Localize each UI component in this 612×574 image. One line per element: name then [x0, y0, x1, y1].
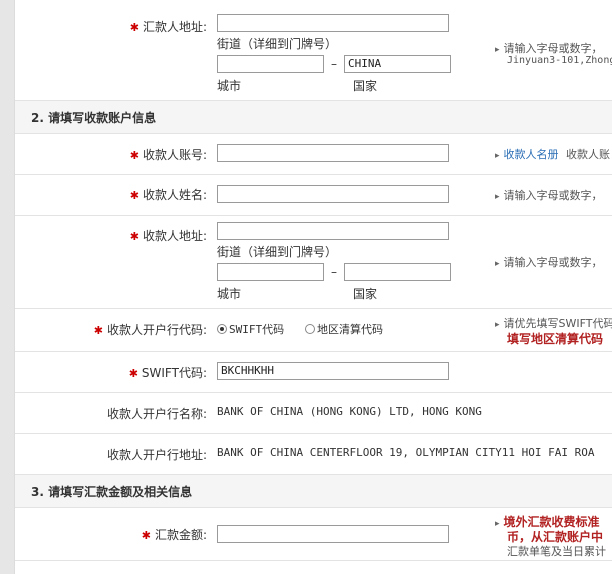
arrow-icon: ▸	[495, 151, 500, 161]
arrow-icon: ▸	[495, 45, 500, 55]
remitter-address-hint: ▸ 请输入字母或数字，	[495, 42, 603, 55]
arrow-icon: ▸	[495, 192, 500, 202]
remitter-street-input[interactable]	[217, 14, 449, 32]
remitter-city-label: 城市	[217, 79, 242, 93]
amount-input[interactable]	[217, 525, 449, 543]
required-star: ✱	[129, 230, 139, 243]
arrow-icon: ▸	[495, 259, 500, 269]
bank-address-row: 收款人开户行地址: BANK OF CHINA CENTERFLOOR 19, …	[15, 434, 612, 475]
required-star: ✱	[129, 149, 139, 162]
payee-country-input[interactable]	[344, 263, 451, 281]
section-title-amount: 3. 请填写汇款金额及相关信息	[15, 475, 612, 508]
required-star: ✱	[128, 367, 138, 380]
required-star: ✱	[129, 189, 139, 202]
payee-account-label: ✱ 收款人账号:	[129, 148, 207, 162]
radio-unchecked-icon	[305, 324, 315, 334]
required-star: ✱	[129, 21, 139, 34]
remitter-street-label: 街道（详细到门牌号）	[217, 37, 338, 51]
payee-account-row: ✱ 收款人账号: ▸ 收款人名册 收款人账	[15, 134, 612, 175]
payee-country-label: 国家	[353, 287, 378, 301]
payee-bank-code-hint: ▸ 请优先填写SWIFT代码	[495, 317, 612, 330]
payee-name-hint: ▸ 请输入字母或数字，	[495, 189, 603, 202]
section-title-payee: 2. 请填写收款账户信息	[15, 101, 612, 134]
payee-roster-link[interactable]: 收款人名册	[504, 148, 559, 161]
payee-account-hint: ▸ 收款人名册 收款人账	[495, 148, 611, 161]
remittance-form: ✱ 汇款人地址: 街道（详细到门牌号） – CHINA 城市 国家 ▸ 请输入字母或…	[14, 0, 612, 574]
separator-dash: –	[331, 265, 337, 279]
bank-address-value: BANK OF CHINA CENTERFLOOR 19, OLYMPIAN C…	[217, 446, 595, 459]
swift-code-input[interactable]: BKCHHKHH	[217, 362, 449, 380]
region-code-radio[interactable]: 地区清算代码	[305, 321, 383, 337]
bank-name-value: BANK OF CHINA (HONG KONG) LTD, HONG KONG	[217, 405, 482, 418]
payee-name-row: ✱ 收款人姓名: ▸ 请输入字母或数字，	[15, 175, 612, 216]
arrow-icon: ▸	[495, 519, 500, 529]
remitter-address-label: ✱ 汇款人地址:	[129, 20, 207, 34]
radio-checked-icon	[217, 324, 227, 334]
payee-bank-code-row: ✱ 收款人开户行代码: SWIFT代码 地区清算代码 ▸ 请优先填写SWIFT代码 …	[15, 309, 612, 352]
payee-street-input[interactable]	[217, 222, 449, 240]
required-star: ✱	[141, 529, 151, 542]
arrow-icon: ▸	[495, 320, 500, 330]
remitter-country-label: 国家	[353, 79, 378, 93]
remitter-country-input[interactable]: CHINA	[344, 55, 451, 73]
separator-dash: –	[331, 57, 337, 71]
bank-address-label: 收款人开户行地址:	[106, 448, 207, 462]
payee-address-hint: ▸ 请输入字母或数字，	[495, 256, 603, 269]
payee-city-input[interactable]	[217, 263, 324, 281]
amount-label: ✱ 汇款金额:	[141, 528, 207, 542]
payee-city-label: 城市	[217, 287, 242, 301]
remitter-address-row: ✱ 汇款人地址: 街道（详细到门牌号） – CHINA 城市 国家 ▸ 请输入字母或…	[15, 0, 612, 101]
payee-name-input[interactable]	[217, 185, 449, 203]
left-sidebar-strip	[0, 0, 14, 574]
payee-account-input[interactable]	[217, 144, 449, 162]
swift-code-label: ✱ SWIFT代码:	[128, 366, 207, 380]
payee-address-label: ✱ 收款人地址:	[129, 229, 207, 243]
payee-name-label: ✱ 收款人姓名:	[129, 188, 207, 202]
payee-bank-code-hint-red: 填写地区清算代码	[507, 332, 604, 346]
remitter-city-input[interactable]	[217, 55, 324, 73]
payee-street-label: 街道（详细到门牌号）	[217, 245, 338, 259]
payee-address-row: ✱ 收款人地址: 街道（详细到门牌号） – 城市 国家 ▸ 请输入字母或数字，	[15, 216, 612, 309]
swift-code-radio[interactable]: SWIFT代码	[217, 321, 284, 337]
amount-limit-hint: 汇款单笔及当日累计	[507, 545, 606, 558]
amount-row: ✱ 汇款金额: ▸ 境外汇款收费标准 币，从汇款账户中 汇款单笔及当日累计	[15, 508, 612, 561]
required-star: ✱	[93, 324, 103, 337]
remitter-address-example: Jinyuan3-101,Zhong	[507, 55, 612, 66]
swift-code-row: ✱ SWIFT代码: BKCHHKHH	[15, 352, 612, 393]
payee-bank-code-label: ✱ 收款人开户行代码:	[93, 323, 207, 337]
bank-name-row: 收款人开户行名称: BANK OF CHINA (HONG KONG) LTD,…	[15, 393, 612, 434]
bank-name-label: 收款人开户行名称:	[106, 407, 207, 421]
